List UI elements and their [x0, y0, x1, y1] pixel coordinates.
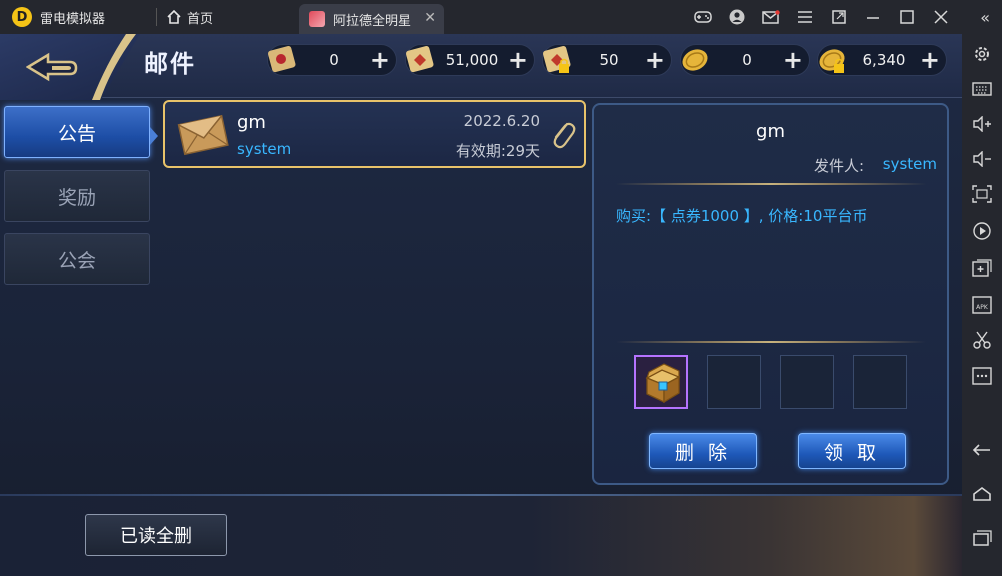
add-currency-button[interactable]: +: [508, 48, 528, 72]
locked-scroll-icon: [542, 45, 571, 73]
collapse-icon[interactable]: «: [980, 8, 990, 27]
add-currency-button[interactable]: +: [783, 48, 803, 72]
attachment-slot[interactable]: [634, 355, 688, 409]
more-icon[interactable]: [972, 366, 992, 386]
back-icon[interactable]: [972, 440, 992, 460]
game-app-icon: [309, 11, 325, 27]
record-icon[interactable]: [972, 221, 992, 241]
active-tab-pointer: [150, 127, 158, 145]
gamepad-icon[interactable]: [694, 8, 712, 26]
gold-coin-icon: [682, 49, 708, 71]
attachment-slot[interactable]: [707, 355, 761, 409]
currency-value: 51,000: [445, 51, 499, 69]
svg-text:APK: APK: [976, 304, 989, 311]
volume-down-icon[interactable]: [972, 149, 992, 169]
emulator-window: D 雷电模拟器 首页 阿拉德全明星 ✕ « APK 邮件 0 + 51,000 …: [0, 0, 1002, 576]
detail-title: gm: [756, 121, 785, 142]
tab-reward[interactable]: 奖励: [4, 170, 150, 222]
emulator-titlebar: D 雷电模拟器 首页 阿拉德全明星 ✕ «: [0, 0, 1002, 34]
emulator-logo-icon: D: [12, 7, 32, 27]
volume-up-icon[interactable]: [972, 114, 992, 134]
maximize-icon[interactable]: [898, 8, 916, 26]
envelope-icon: [177, 114, 229, 156]
apk-install-icon[interactable]: APK: [972, 294, 992, 314]
mail-top-bar: 邮件 0 + 51,000 + 50 + 0 + 6,340 +: [0, 34, 962, 100]
mail-expire: 有效期:29天: [455, 142, 540, 160]
locked-coin-icon: [819, 49, 845, 73]
game-tab[interactable]: 阿拉德全明星 ✕: [299, 4, 444, 34]
tab-announcement[interactable]: 公告: [4, 106, 150, 158]
add-currency-button[interactable]: +: [920, 48, 940, 72]
cut-icon[interactable]: [972, 330, 992, 350]
attachment-icon: [553, 122, 576, 149]
delete-all-read-button[interactable]: 已读全删: [85, 514, 227, 556]
currency-value: 6,340: [862, 51, 906, 69]
home-nav-icon[interactable]: [972, 484, 992, 504]
attachment-slot[interactable]: [780, 355, 834, 409]
home-tab[interactable]: 首页: [157, 8, 297, 27]
game-screen: 邮件 0 + 51,000 + 50 + 0 + 6,340 + 公告 奖励 公…: [0, 34, 962, 576]
currency-value: 0: [329, 51, 339, 69]
tab-guild[interactable]: 公会: [4, 233, 150, 285]
add-currency-button[interactable]: +: [645, 48, 665, 72]
delete-button[interactable]: 删 除: [649, 433, 757, 469]
back-arrow-icon[interactable]: [26, 52, 78, 82]
detail-divider: [616, 183, 926, 185]
close-tab-icon[interactable]: ✕: [424, 10, 436, 26]
add-currency-button[interactable]: +: [370, 48, 390, 72]
mail-from: system: [237, 140, 292, 158]
currency-scroll-locked: 50 +: [542, 44, 672, 76]
claim-button[interactable]: 领 取: [798, 433, 906, 469]
red-scroll-icon: [267, 45, 296, 73]
user-icon[interactable]: [728, 8, 746, 26]
mail-detail-panel: gm 发件人: system 购买:【 点券1000 】, 价格:10平台币 删…: [592, 103, 949, 485]
add-window-icon[interactable]: [972, 258, 992, 278]
close-icon[interactable]: [932, 8, 950, 26]
currency-value: 50: [599, 51, 619, 69]
mail-title: gm: [237, 112, 266, 133]
currency-scroll-gold: 51,000 +: [405, 44, 535, 76]
sender-label: 发件人:: [814, 157, 865, 175]
sender-value: system: [882, 155, 937, 173]
emulator-app-name: 雷电模拟器: [40, 11, 106, 27]
mail-body: 购买:【 点券1000 】, 价格:10平台币: [616, 207, 868, 225]
mail-icon[interactable]: [762, 8, 780, 26]
emulator-side-toolbar: APK: [962, 34, 1002, 576]
minimize-icon[interactable]: [864, 8, 882, 26]
attachment-divider: [616, 341, 926, 343]
window-controls: [694, 0, 950, 34]
keyboard-icon[interactable]: [972, 79, 992, 99]
currency-value: 0: [742, 51, 752, 69]
recent-apps-icon[interactable]: [972, 528, 992, 548]
gold-scroll-icon: [405, 45, 434, 73]
title-ornament: [92, 34, 136, 100]
currency-coin: 0 +: [680, 44, 810, 76]
currency-coin-locked: 6,340 +: [817, 44, 947, 76]
fullscreen-icon[interactable]: [830, 8, 848, 26]
game-tab-label: 阿拉德全明星: [333, 13, 412, 29]
home-tab-label: 首页: [187, 11, 214, 27]
attachment-slot[interactable]: [853, 355, 907, 409]
mail-list-item[interactable]: gm system 2022.6.20 有效期:29天: [163, 100, 586, 168]
treasure-chest-icon: [645, 363, 681, 404]
currency-scroll-red: 0 +: [267, 44, 397, 76]
page-title: 邮件: [144, 50, 196, 78]
emulator-brand: D 雷电模拟器: [0, 7, 156, 27]
screenshot-icon[interactable]: [972, 184, 992, 204]
settings-icon[interactable]: [972, 44, 992, 64]
home-icon: [167, 10, 181, 24]
mail-date: 2022.6.20: [463, 112, 540, 130]
menu-icon[interactable]: [796, 8, 814, 26]
